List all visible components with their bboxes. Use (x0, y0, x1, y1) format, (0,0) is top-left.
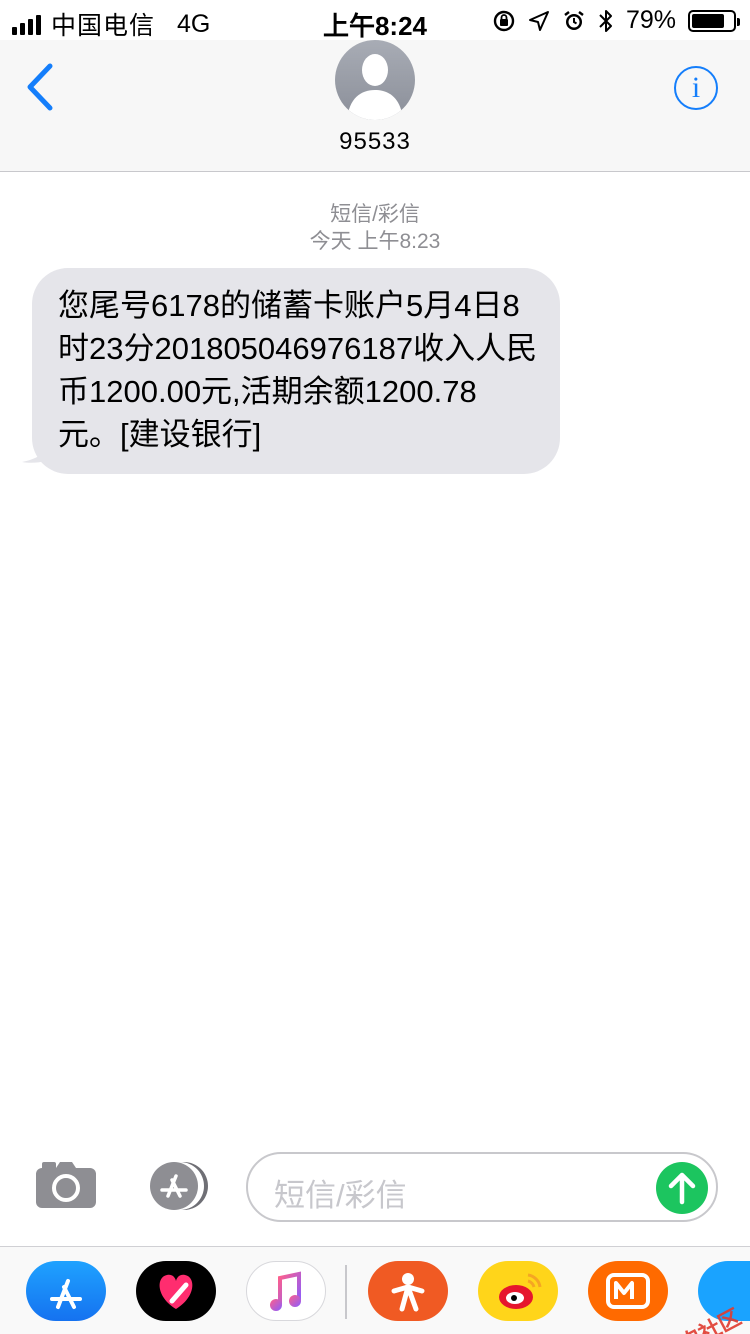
message-timestamp: 今天 上午8:23 (309, 230, 441, 253)
dianping-icon[interactable] (368, 1261, 448, 1321)
status-right: 79% (492, 6, 740, 35)
back-chevron-icon[interactable] (22, 62, 62, 112)
bubble-tail (22, 430, 58, 463)
message-input-placeholder: 短信/彩信 (274, 1178, 407, 1213)
conversation-header: 95533 i (0, 40, 750, 172)
battery-fill (692, 13, 724, 28)
imessage-app-drawer: 卡农社区 (0, 1246, 750, 1334)
send-button[interactable] (656, 1162, 708, 1214)
alarm-icon (564, 10, 584, 30)
battery-icon (688, 9, 740, 32)
watermark-text: 卡农社区 (653, 1300, 746, 1334)
contact-avatar[interactable] (335, 40, 415, 120)
app-store-icon[interactable] (26, 1261, 106, 1321)
send-arrow-icon (668, 1172, 696, 1205)
received-message-bubble[interactable]: 您尾号6178的储蓄卡账户5月4日8时23分201805046976187收入人… (32, 268, 560, 474)
battery-percent: 79% (625, 6, 676, 34)
info-icon[interactable]: i (674, 66, 718, 110)
camera-icon[interactable] (34, 1160, 98, 1210)
digital-touch-icon[interactable] (136, 1261, 216, 1321)
person-silhouette-icon (347, 54, 403, 120)
music-icon[interactable] (246, 1261, 326, 1321)
drawer-divider (345, 1265, 347, 1319)
app-store-apps-icon[interactable] (140, 1160, 212, 1212)
status-bar: 中国电信 4G 上午8:24 79% (0, 0, 750, 41)
location-arrow-icon (528, 10, 549, 31)
message-input[interactable]: 短信/彩信 (246, 1152, 718, 1222)
rotation-lock-icon (493, 10, 515, 31)
mango-tv-icon[interactable] (588, 1261, 668, 1321)
weibo-icon[interactable] (478, 1261, 558, 1321)
contact-number[interactable]: 95533 (0, 128, 750, 156)
message-type-label: 短信/彩信 (330, 203, 420, 226)
bluetooth-icon (599, 9, 612, 32)
